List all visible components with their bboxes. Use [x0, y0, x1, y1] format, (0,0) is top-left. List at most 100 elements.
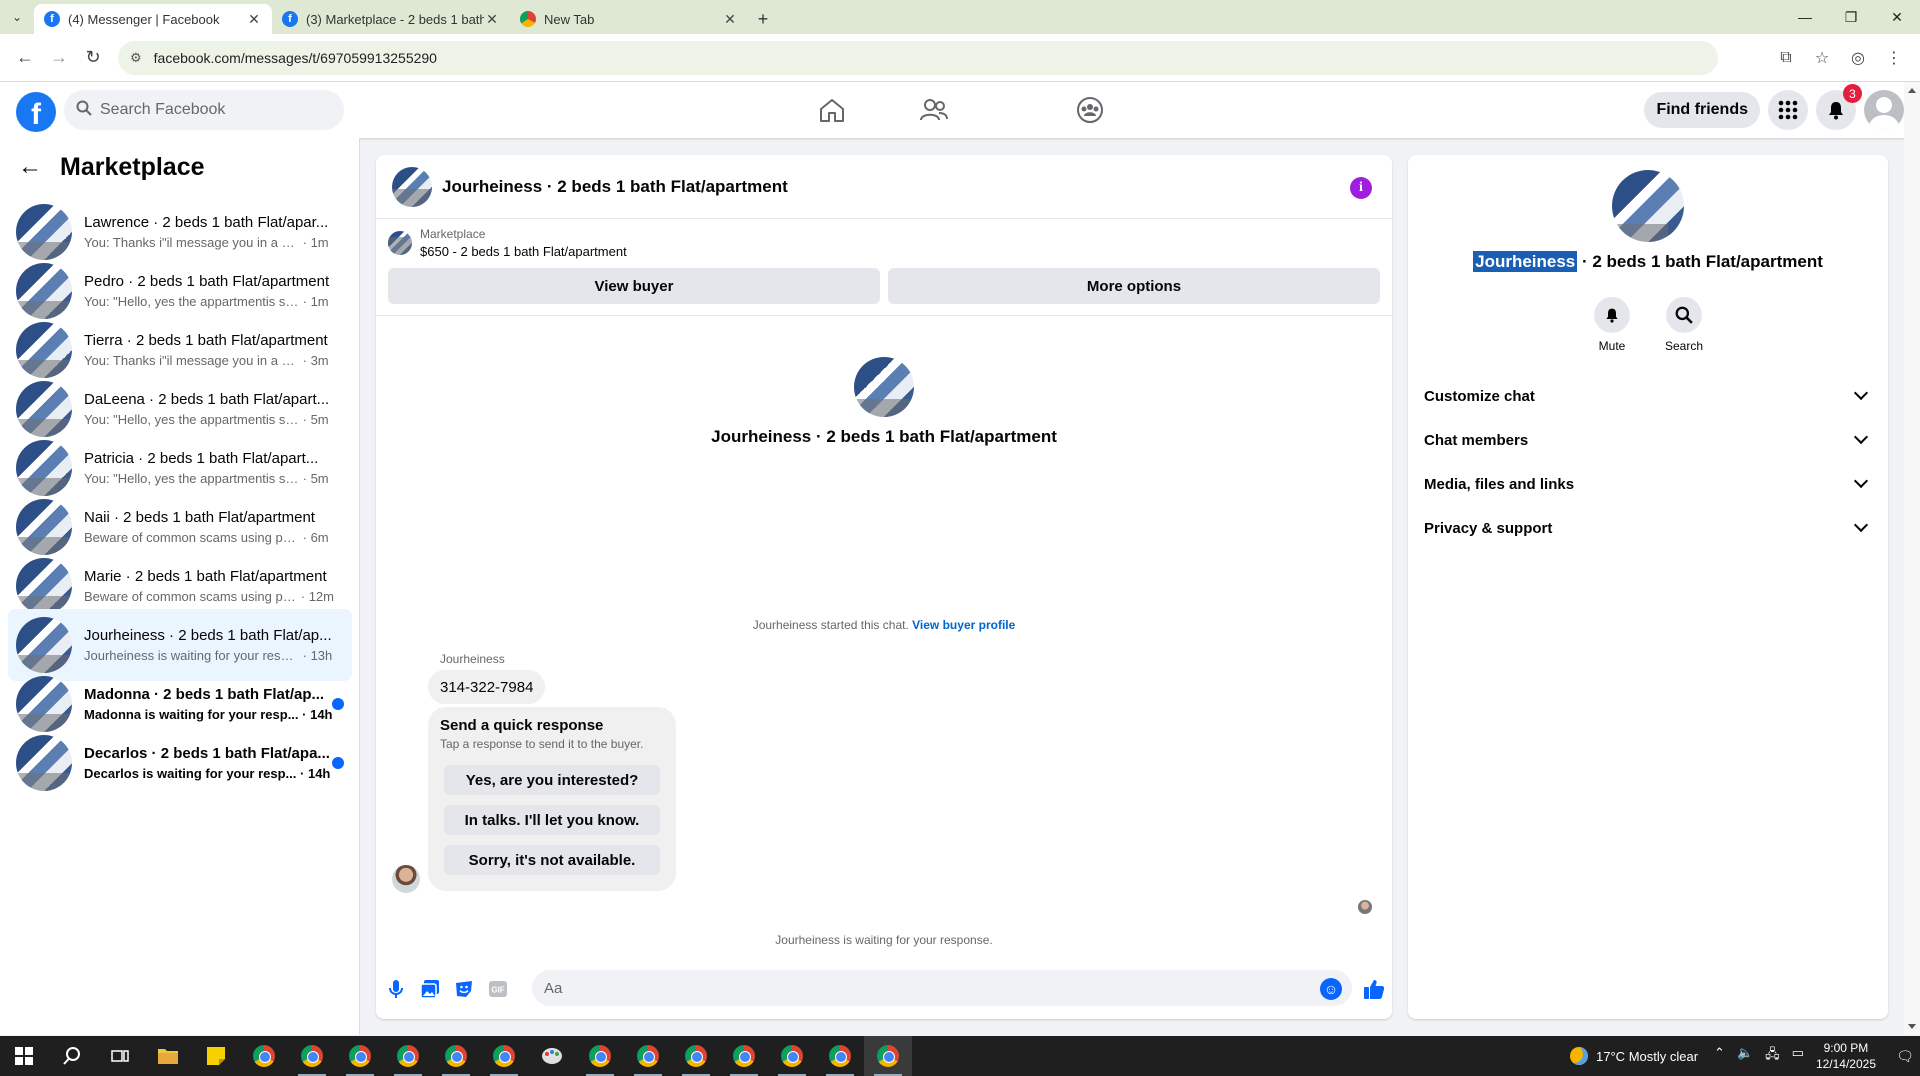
site-info-icon[interactable]: ⚙: [130, 50, 142, 66]
chat-details-panel: Jourheiness · 2 beds 1 bath Flat/apartme…: [1408, 155, 1888, 1019]
privacy-support-section[interactable]: Privacy & support: [1424, 510, 1872, 546]
bookmark-star-icon[interactable]: ☆: [1804, 41, 1840, 75]
back-button[interactable]: ←: [8, 41, 42, 75]
facebook-icon: f: [44, 11, 60, 27]
install-app-icon[interactable]: ⧉: [1768, 41, 1804, 75]
sticky-notes-button[interactable]: [192, 1036, 240, 1076]
quick-response-option[interactable]: Sorry, it's not available.: [444, 845, 660, 875]
media-files-links-section[interactable]: Media, files and links: [1424, 466, 1872, 502]
tab-messenger[interactable]: f (4) Messenger | Facebook ✕: [34, 4, 272, 34]
reload-button[interactable]: ↻: [76, 41, 110, 75]
chrome-profile-button[interactable]: [816, 1036, 864, 1076]
tab-search-icon[interactable]: ⌄: [0, 0, 34, 34]
chrome-taskbar-button[interactable]: [240, 1036, 288, 1076]
file-explorer-button[interactable]: [144, 1036, 192, 1076]
chrome-profile-button[interactable]: [576, 1036, 624, 1076]
home-nav-button[interactable]: [776, 82, 888, 138]
view-buyer-profile-link[interactable]: View buyer profile: [912, 618, 1015, 632]
listing-thumbnail: [16, 676, 72, 732]
chrome-profile-button[interactable]: [480, 1036, 528, 1076]
profile-icon[interactable]: ◎: [1840, 41, 1876, 75]
chrome-profile-button-active[interactable]: [864, 1036, 912, 1076]
close-window-button[interactable]: ✕: [1874, 0, 1920, 34]
app-taskbar-button[interactable]: [528, 1036, 576, 1076]
notifications-button[interactable]: 3: [1816, 84, 1862, 130]
back-arrow-icon[interactable]: ←: [18, 153, 42, 181]
search-input[interactable]: [100, 101, 320, 119]
system-tray: 17°C Mostly clear ⌃ 🔈 🖧 ▭ 9:00 PM 12/14/…: [1570, 1036, 1920, 1076]
view-buyer-button[interactable]: View buyer: [388, 268, 880, 304]
forward-button[interactable]: →: [42, 41, 76, 75]
notification-center-icon[interactable]: 🗨: [1890, 1048, 1920, 1065]
minimize-button[interactable]: —: [1782, 0, 1828, 34]
chrome-profile-button[interactable]: [336, 1036, 384, 1076]
listing-thumbnail: [16, 440, 72, 496]
like-thumb-icon[interactable]: [1362, 977, 1386, 1001]
search-box[interactable]: [64, 90, 344, 130]
conversation-time: · 1m: [302, 294, 329, 309]
close-icon[interactable]: ✕: [246, 11, 262, 28]
sticker-icon[interactable]: [452, 977, 476, 1001]
close-icon[interactable]: ✕: [722, 11, 738, 28]
emoji-icon[interactable]: ☺: [1320, 978, 1342, 1000]
new-tab-button[interactable]: +: [748, 4, 778, 34]
customize-chat-section[interactable]: Customize chat: [1424, 378, 1872, 414]
chrome-profile-button[interactable]: [288, 1036, 336, 1076]
conversation-item[interactable]: Decarlos · 2 beds 1 bath Flat/apa... Deca…: [8, 727, 352, 799]
chat-title[interactable]: Jourheiness · 2 beds 1 bath Flat/apartme…: [442, 177, 788, 197]
groups-nav-button[interactable]: [1034, 82, 1146, 138]
menu-button[interactable]: [1768, 90, 1808, 130]
friends-nav-button[interactable]: [878, 82, 990, 138]
start-button[interactable]: [0, 1036, 48, 1076]
windows-taskbar: 17°C Mostly clear ⌃ 🔈 🖧 ▭ 9:00 PM 12/14/…: [0, 1036, 1920, 1076]
panel-title: Marketplace: [60, 152, 205, 181]
taskbar-search-button[interactable]: [48, 1036, 96, 1076]
message-input[interactable]: [532, 970, 1352, 1006]
mute-button[interactable]: Mute: [1594, 297, 1630, 353]
find-friends-button[interactable]: Find friends: [1644, 92, 1760, 128]
weather-widget[interactable]: 17°C Mostly clear: [1570, 1047, 1698, 1065]
network-icon[interactable]: 🖧: [1765, 1045, 1780, 1067]
chrome-profile-button[interactable]: [384, 1036, 432, 1076]
listing-thumbnail[interactable]: [1612, 170, 1684, 242]
more-options-button[interactable]: More options: [888, 268, 1380, 304]
scroll-down-icon[interactable]: [1908, 1024, 1916, 1029]
gif-icon[interactable]: GIF: [486, 977, 510, 1001]
task-view-button[interactable]: [96, 1036, 144, 1076]
search-in-chat-button[interactable]: Search: [1665, 297, 1703, 353]
tab-new-tab[interactable]: New Tab ✕: [510, 4, 748, 34]
taskbar-clock[interactable]: 9:00 PM 12/14/2025: [1816, 1040, 1876, 1072]
close-icon[interactable]: ✕: [484, 11, 500, 28]
divider: [376, 315, 1392, 316]
microphone-icon[interactable]: [384, 977, 408, 1001]
tab-marketplace[interactable]: f (3) Marketplace - 2 beds 1 bath ✕: [272, 4, 510, 34]
quick-response-option[interactable]: In talks. I'll let you know.: [444, 805, 660, 835]
account-avatar[interactable]: [1864, 90, 1904, 130]
browser-menu-icon[interactable]: ⋮: [1876, 41, 1912, 75]
photo-icon[interactable]: [418, 977, 442, 1001]
listing-summary[interactable]: Marketplace $650 - 2 beds 1 bath Flat/ap…: [388, 227, 627, 259]
quick-response-option[interactable]: Yes, are you interested?: [444, 765, 660, 795]
listing-thumbnail[interactable]: [392, 166, 432, 207]
chrome-icon: [445, 1045, 467, 1067]
restore-button[interactable]: ❐: [1828, 0, 1874, 34]
chat-members-section[interactable]: Chat members: [1424, 422, 1872, 458]
chrome-profile-button[interactable]: [720, 1036, 768, 1076]
facebook-logo-icon[interactable]: f: [16, 92, 56, 132]
scroll-up-icon[interactable]: [1908, 88, 1916, 93]
listing-thumbnail: [16, 617, 72, 673]
info-icon[interactable]: i: [1350, 177, 1372, 199]
address-bar[interactable]: ⚙ facebook.com/messages/t/69705991325529…: [118, 40, 1718, 75]
sender-avatar[interactable]: [392, 865, 420, 893]
task-view-icon: [111, 1050, 129, 1062]
chrome-profile-button[interactable]: [672, 1036, 720, 1076]
chrome-profile-button[interactable]: [768, 1036, 816, 1076]
conversation-preview: You: Thanks i"il message you in a mo...: [84, 235, 299, 250]
speaker-icon[interactable]: 🔈: [1737, 1045, 1753, 1067]
chrome-profile-button[interactable]: [624, 1036, 672, 1076]
page-scrollbar[interactable]: [1904, 82, 1920, 1035]
weather-temp: 17°C: [1596, 1048, 1626, 1064]
battery-icon[interactable]: ▭: [1792, 1045, 1804, 1067]
chevron-up-icon[interactable]: ⌃: [1714, 1045, 1725, 1067]
chrome-profile-button[interactable]: [432, 1036, 480, 1076]
